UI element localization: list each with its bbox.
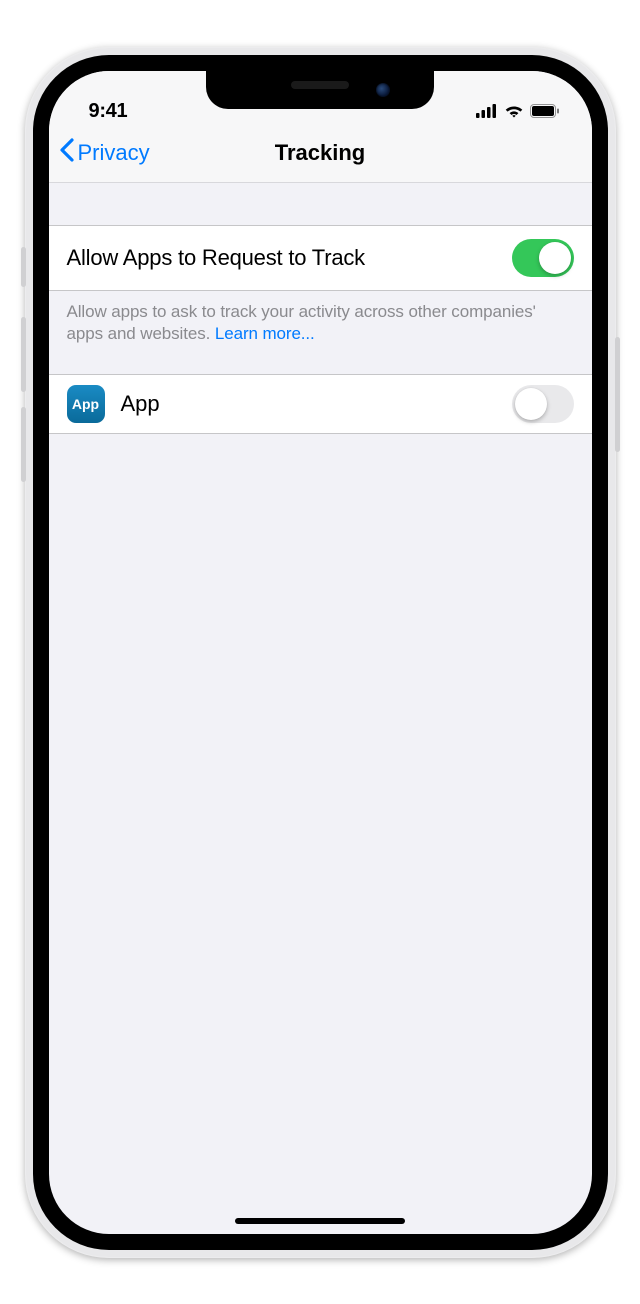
mute-switch bbox=[21, 247, 26, 287]
toggle-knob bbox=[515, 388, 547, 420]
phone-frame: 9:41 Pri bbox=[25, 47, 616, 1258]
app-icon: App bbox=[67, 385, 105, 423]
status-time: 9:41 bbox=[89, 100, 128, 123]
learn-more-link[interactable]: Learn more... bbox=[215, 324, 315, 343]
navigation-bar: Privacy Tracking bbox=[49, 125, 592, 183]
notch bbox=[206, 71, 434, 109]
battery-icon bbox=[530, 104, 560, 123]
home-indicator[interactable] bbox=[235, 1218, 405, 1224]
page-title: Tracking bbox=[275, 140, 365, 166]
app-name-label: App bbox=[121, 391, 512, 417]
front-camera bbox=[376, 83, 390, 97]
chevron-left-icon bbox=[59, 138, 74, 168]
wifi-icon bbox=[504, 104, 524, 123]
back-label: Privacy bbox=[78, 140, 150, 166]
speaker-grille bbox=[291, 81, 349, 89]
power-button bbox=[615, 337, 620, 452]
back-button[interactable]: Privacy bbox=[59, 138, 150, 168]
volume-up-button bbox=[21, 317, 26, 392]
status-icons bbox=[476, 104, 560, 123]
allow-apps-request-toggle[interactable] bbox=[512, 239, 574, 277]
allow-apps-request-row: Allow Apps to Request to Track bbox=[49, 225, 592, 291]
app-tracking-toggle[interactable] bbox=[512, 385, 574, 423]
cellular-icon bbox=[476, 104, 498, 123]
content-area: Allow Apps to Request to Track Allow app… bbox=[49, 183, 592, 435]
app-tracking-row: App App bbox=[49, 374, 592, 434]
screen: 9:41 Pri bbox=[49, 71, 592, 1234]
section-footer: Allow apps to ask to track your activity… bbox=[49, 291, 592, 375]
volume-down-button bbox=[21, 407, 26, 482]
allow-apps-request-label: Allow Apps to Request to Track bbox=[67, 245, 366, 271]
toggle-knob bbox=[539, 242, 571, 274]
